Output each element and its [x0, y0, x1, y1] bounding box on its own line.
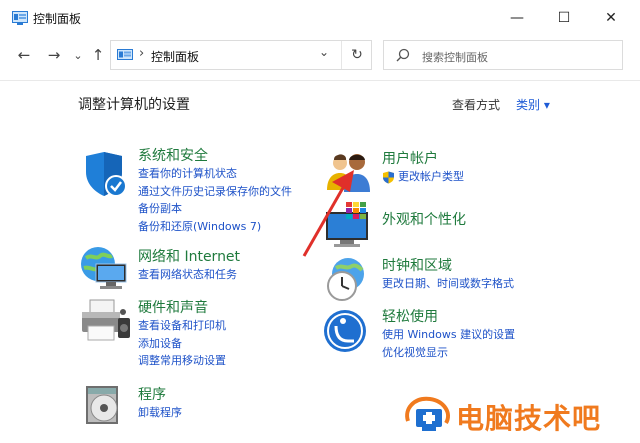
control-panel-window: 控制面板 — ☐ ✕ ← → ⌄ ↑ › 控制面板 ⌄ ↻ 搜索控制面板 调整计… [0, 0, 640, 443]
user-accounts-title[interactable]: 用户帐户 [382, 150, 464, 168]
system-security-title[interactable]: 系统和安全 [138, 147, 292, 165]
back-button[interactable]: ← [12, 42, 36, 68]
view-by-label: 查看方式 [452, 98, 501, 112]
clock-region-title[interactable]: 时钟和区域 [382, 257, 514, 275]
category-programs: 程序 卸载程序 [138, 386, 182, 422]
maximize-button[interactable]: ☐ [541, 4, 587, 32]
toolbar-divider [0, 80, 640, 81]
category-user-accounts: 用户帐户 更改帐户类型 [382, 150, 464, 186]
change-account-type-row: 更改帐户类型 [382, 168, 464, 186]
watermark-logo-icon [405, 396, 450, 431]
search-input[interactable]: 搜索控制面板 [383, 40, 623, 70]
category-hardware-sound: 硬件和声音 查看设备和打印机 添加设备 调整常用移动设置 [138, 299, 226, 370]
link-devices-printers[interactable]: 查看设备和打印机 [138, 317, 226, 335]
link-mobility-settings[interactable]: 调整常用移动设置 [138, 352, 226, 370]
minimize-button[interactable]: — [494, 4, 540, 32]
link-file-history[interactable]: 通过文件历史记录保存你的文件 [138, 183, 292, 201]
breadcrumb-separator: › [139, 46, 145, 61]
refresh-button[interactable]: ↻ [341, 41, 372, 69]
address-dropdown-button[interactable]: ⌄ [319, 45, 329, 59]
control-panel-icon [12, 11, 28, 25]
network-internet-title[interactable]: 网络和 Internet [138, 248, 240, 266]
category-appearance: 外观和个性化 [382, 211, 466, 229]
window-title: 控制面板 [33, 12, 82, 26]
uac-shield-icon [383, 171, 394, 184]
network-globe-icon [81, 247, 127, 289]
ease-of-access-icon [324, 310, 366, 352]
link-windows-recommended-settings[interactable]: 使用 Windows 建议的设置 [382, 326, 515, 344]
programs-title[interactable]: 程序 [138, 386, 182, 404]
category-network-internet: 网络和 Internet 查看网络状态和任务 [138, 248, 240, 284]
red-arrow-annotation [302, 170, 354, 257]
appearance-title[interactable]: 外观和个性化 [382, 211, 466, 229]
navigation-bar: ← → ⌄ ↑ › 控制面板 ⌄ ↻ 搜索控制面板 [0, 36, 640, 76]
search-placeholder: 搜索控制面板 [422, 51, 488, 64]
printer-icon [82, 299, 130, 341]
category-system-security: 系统和安全 查看你的计算机状态 通过文件历史记录保存你的文件 备份副本 备份和还… [138, 147, 292, 235]
clock-region-icon [327, 258, 364, 301]
link-backup-copy[interactable]: 备份副本 [138, 200, 292, 218]
link-change-account-type[interactable]: 更改帐户类型 [398, 168, 464, 186]
breadcrumb-control-panel[interactable]: 控制面板 [151, 48, 199, 65]
control-panel-icon [117, 49, 133, 60]
watermark-text: 电脑技术吧 [456, 402, 602, 435]
page-title: 调整计算机的设置 [78, 97, 190, 113]
programs-disc-icon [86, 386, 118, 424]
link-view-network-status[interactable]: 查看网络状态和任务 [138, 266, 240, 284]
ease-of-access-title[interactable]: 轻松使用 [382, 308, 515, 326]
shield-icon [86, 152, 127, 197]
link-change-date-time-format[interactable]: 更改日期、时间或数字格式 [382, 275, 514, 293]
view-by-dropdown[interactable]: 类别 ▾ [516, 96, 550, 113]
link-uninstall-program[interactable]: 卸载程序 [138, 404, 182, 422]
category-clock-region: 时钟和区域 更改日期、时间或数字格式 [382, 257, 514, 293]
forward-button[interactable]: → [42, 42, 66, 68]
link-optimize-visual-display[interactable]: 优化视觉显示 [382, 344, 515, 362]
title-bar: 控制面板 — ☐ ✕ [0, 0, 640, 36]
up-button[interactable]: ↑ [86, 42, 110, 68]
category-ease-of-access: 轻松使用 使用 Windows 建议的设置 优化视觉显示 [382, 308, 515, 361]
address-bar[interactable]: › 控制面板 ⌄ ↻ [110, 40, 372, 70]
close-button[interactable]: ✕ [588, 4, 634, 32]
link-view-computer-status[interactable]: 查看你的计算机状态 [138, 165, 292, 183]
search-icon [396, 48, 410, 62]
link-backup-restore[interactable]: 备份和还原(Windows 7) [138, 218, 292, 236]
link-add-device[interactable]: 添加设备 [138, 335, 226, 353]
hardware-sound-title[interactable]: 硬件和声音 [138, 299, 226, 317]
watermark: 电脑技术吧 [400, 391, 640, 443]
